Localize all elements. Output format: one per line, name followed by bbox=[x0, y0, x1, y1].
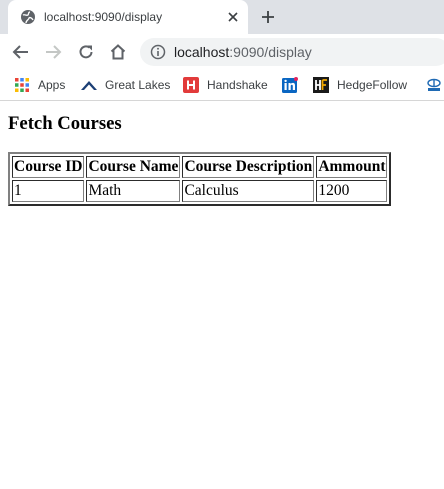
header-course-id: Course ID bbox=[12, 156, 85, 178]
linkedin-icon bbox=[282, 77, 298, 93]
bookmark-handshake[interactable]: Handshake bbox=[183, 76, 268, 94]
forward-arrow-icon[interactable] bbox=[44, 43, 62, 61]
close-icon[interactable] bbox=[226, 10, 240, 24]
handshake-icon bbox=[183, 77, 199, 93]
bookmark-label: Great Lakes bbox=[105, 78, 171, 92]
address-bar[interactable]: localhost:9090/display bbox=[140, 38, 444, 66]
table-header-row: Course ID Course Name Course Description… bbox=[12, 156, 388, 178]
apps-grid-icon bbox=[15, 78, 29, 92]
hedgefollow-icon bbox=[313, 77, 329, 93]
browser-tab[interactable]: localhost:9090/display bbox=[8, 0, 248, 34]
bookmark-apps[interactable]: Apps bbox=[14, 76, 65, 94]
cell-course-description: Calculus bbox=[182, 180, 315, 202]
table-row: 1 Math Calculus 1200 bbox=[12, 180, 388, 202]
url-host: localhost bbox=[174, 44, 230, 60]
cell-course-name: Math bbox=[86, 180, 181, 202]
bookmark-tata[interactable] bbox=[426, 76, 444, 94]
tata-icon bbox=[427, 78, 441, 91]
url-path: :9090/display bbox=[229, 44, 312, 60]
cell-course-id: 1 bbox=[12, 180, 85, 202]
bookmark-linkedin[interactable] bbox=[282, 76, 306, 94]
tab-strip: localhost:9090/display bbox=[0, 0, 444, 34]
header-course-description: Course Description bbox=[182, 156, 315, 178]
info-icon[interactable] bbox=[150, 44, 166, 60]
back-arrow-icon[interactable] bbox=[12, 43, 30, 61]
cell-amount: 1200 bbox=[316, 180, 388, 202]
globe-icon bbox=[21, 10, 35, 24]
bookmark-label: HedgeFollow bbox=[337, 78, 408, 92]
new-tab-plus-icon[interactable] bbox=[260, 9, 276, 25]
courses-table: Course ID Course Name Course Description… bbox=[8, 152, 392, 206]
bookmark-hedgefollow[interactable]: HedgeFollow bbox=[313, 76, 407, 94]
tab-title: localhost:9090/display bbox=[44, 10, 163, 24]
reload-icon[interactable] bbox=[77, 43, 95, 61]
page-content: Fetch Courses Course ID Course Name Cour… bbox=[0, 101, 444, 489]
home-icon[interactable] bbox=[109, 43, 127, 61]
bookmark-label: Handshake bbox=[207, 78, 268, 92]
browser-toolbar: localhost:9090/display bbox=[0, 34, 444, 70]
header-amount: Ammount bbox=[316, 156, 388, 178]
bookmark-great-lakes[interactable]: Great Lakes bbox=[81, 76, 170, 94]
bookmark-label: Apps bbox=[38, 78, 66, 92]
url-text: localhost:9090/display bbox=[174, 44, 312, 60]
great-lakes-icon bbox=[81, 81, 97, 90]
header-course-name: Course Name bbox=[86, 156, 181, 178]
page-title: Fetch Courses bbox=[8, 113, 122, 134]
bookmarks-bar: Apps Great Lakes Handshake HedgeFollow bbox=[0, 70, 444, 101]
